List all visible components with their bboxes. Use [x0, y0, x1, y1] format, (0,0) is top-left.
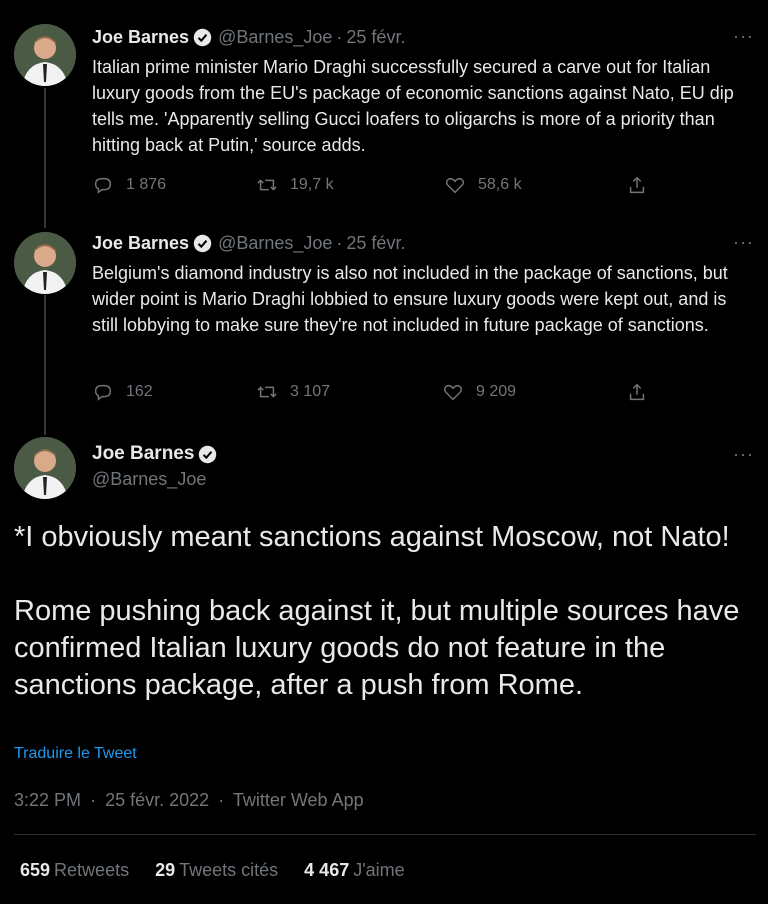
retweet-icon — [257, 386, 277, 398]
main-tweet-paragraph: *I obviously meant sanctions against Mos… — [14, 521, 730, 553]
tweet-time[interactable]: 3:22 PM — [14, 790, 81, 810]
retweets-stat[interactable]: 659 Retweets — [20, 860, 129, 881]
reply-button[interactable]: 162 — [92, 381, 153, 403]
avatar[interactable] — [14, 437, 76, 499]
reply-button[interactable]: 1 876 — [92, 174, 166, 196]
tweet-metadata: 3:22 PM · 25 févr. 2022 · Twitter Web Ap… — [14, 790, 364, 811]
like-count: 58,6 k — [478, 176, 522, 193]
verified-badge-icon — [199, 445, 217, 463]
avatar[interactable] — [14, 24, 76, 86]
retweets-count: 659 — [20, 860, 51, 880]
author-name[interactable]: Joe Barnes — [92, 233, 189, 254]
reply-count: 162 — [126, 383, 153, 400]
tweet-full-date[interactable]: 25 févr. 2022 — [105, 790, 209, 810]
quote-tweets-stat[interactable]: 29 Tweets cités — [155, 860, 278, 881]
author-handle[interactable]: @Barnes_Joe — [218, 233, 332, 254]
likes-stat[interactable]: 4 467 J'aime — [304, 860, 405, 881]
verified-badge-icon — [193, 28, 212, 47]
reply-count: 1 876 — [126, 176, 167, 193]
author-name[interactable]: Joe Barnes — [92, 443, 194, 465]
like-icon — [445, 177, 465, 194]
like-button[interactable]: 9 209 — [442, 381, 516, 403]
tweet-actions: 1 876 19,7 k 58,6 k — [92, 174, 692, 202]
main-tweet-text: *I obviously meant sanctions against Mos… — [14, 519, 754, 704]
engagement-stats: 659 Retweets 29 Tweets cités 4 467 J'aime — [20, 860, 405, 881]
share-button[interactable] — [626, 174, 648, 196]
retweets-label: Retweets — [54, 860, 130, 880]
more-icon[interactable]: ··· — [733, 26, 754, 47]
main-tweet-paragraph: Rome pushing back against it, but multip… — [14, 595, 740, 701]
retweet-button[interactable]: 3 107 — [256, 381, 330, 403]
retweet-count: 19,7 k — [290, 176, 334, 193]
more-icon[interactable]: ··· — [733, 232, 754, 253]
retweet-button[interactable]: 19,7 k — [256, 174, 334, 196]
separator: · — [336, 233, 343, 253]
tweet-date[interactable]: 25 févr. — [346, 27, 405, 48]
tweet-text: Italian prime minister Mario Draghi succ… — [92, 57, 734, 155]
separator: · — [218, 790, 225, 810]
thread-tweet-2[interactable]: Joe Barnes @Barnes_Joe · 25 févr. ··· Be… — [0, 228, 768, 433]
more-icon[interactable]: ··· — [733, 444, 754, 465]
tweet-date[interactable]: 25 févr. — [346, 233, 405, 254]
quote-tweets-label: Tweets cités — [179, 860, 279, 880]
like-icon — [443, 384, 463, 401]
share-button[interactable] — [626, 381, 648, 403]
likes-count: 4 467 — [304, 860, 350, 880]
divider — [14, 834, 756, 835]
thread-tweet-1[interactable]: Joe Barnes @Barnes_Joe · 25 févr. ··· It… — [0, 0, 768, 225]
likes-label: J'aime — [353, 860, 405, 880]
share-icon — [629, 383, 645, 401]
like-count: 9 209 — [476, 383, 517, 400]
separator: · — [90, 790, 97, 810]
translate-link[interactable]: Traduire le Tweet — [14, 745, 137, 763]
author-name[interactable]: Joe Barnes — [92, 27, 189, 48]
author-handle[interactable]: @Barnes_Joe — [92, 469, 206, 490]
avatar[interactable] — [14, 232, 76, 294]
reply-icon — [94, 384, 112, 401]
tweet-text: Belgium's diamond industry is also not i… — [92, 263, 728, 335]
like-button[interactable]: 58,6 k — [444, 174, 522, 196]
separator: · — [336, 27, 343, 47]
source-app[interactable]: Twitter Web App — [233, 790, 364, 810]
quote-tweets-count: 29 — [155, 860, 176, 880]
share-icon — [629, 176, 645, 194]
retweet-icon — [257, 179, 277, 191]
verified-badge-icon — [193, 234, 212, 253]
retweet-count: 3 107 — [290, 383, 331, 400]
reply-icon — [94, 177, 112, 194]
tweet-actions: 162 3 107 9 209 — [92, 381, 692, 409]
author-handle[interactable]: @Barnes_Joe — [218, 27, 332, 48]
